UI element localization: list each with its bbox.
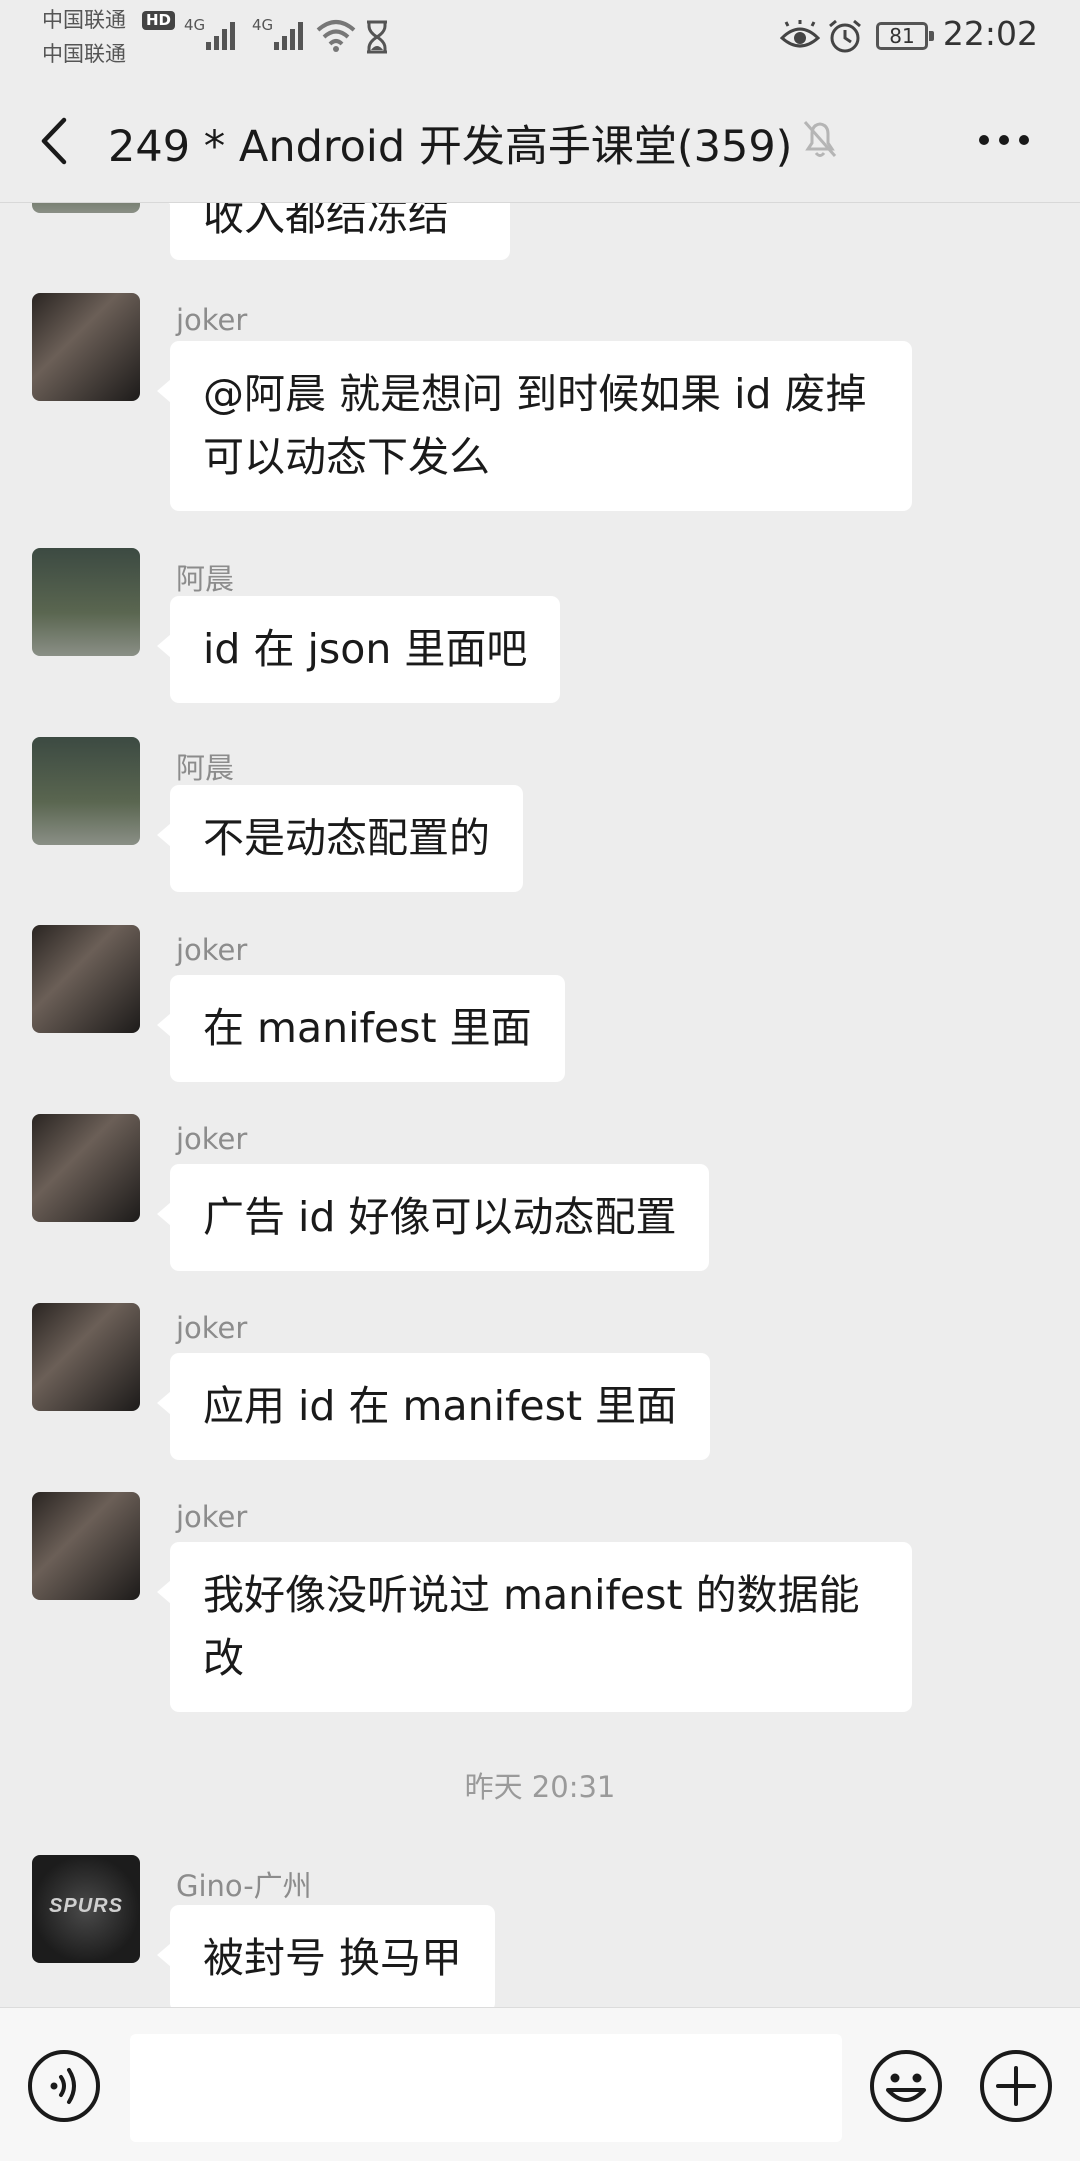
sender-name: 阿晨 <box>176 562 235 596</box>
more-horizontal-icon[interactable] <box>976 132 1032 148</box>
chat-header: 249 * Android 开发高手课堂(359) <box>0 80 1080 203</box>
avatar[interactable] <box>32 737 140 845</box>
message-bubble[interactable]: 在 manifest 里面 <box>157 975 565 1082</box>
voice-icon[interactable] <box>26 2048 102 2124</box>
svg-text:4G: 4G <box>252 16 273 34</box>
avatar[interactable] <box>32 1114 140 1222</box>
svg-text:4G: 4G <box>184 16 205 34</box>
avatar[interactable]: SPURS <box>32 1855 140 1963</box>
wifi-icon <box>316 20 356 52</box>
bell-off-icon <box>803 121 837 157</box>
hd-badge: HD <box>142 11 176 30</box>
message-list[interactable]: 收入都结冻结 joker @阿晨 就是想问 到时候如果 id 废掉可以动态下发么… <box>0 203 1080 2008</box>
message-bubble[interactable]: 应用 id 在 manifest 里面 <box>156 1353 711 1460</box>
sender-name: 阿晨 <box>176 751 235 785</box>
eye-icon <box>780 20 820 48</box>
avatar[interactable] <box>32 293 140 401</box>
alarm-icon <box>829 19 861 53</box>
message-bubble[interactable]: 我好像没听说过 manifest 的数据能改 <box>157 1542 912 1712</box>
avatar[interactable] <box>32 1492 140 1600</box>
message-item: 收入都结冻结 <box>0 203 1080 263</box>
clock: 22:02 <box>942 14 1038 53</box>
message-input[interactable] <box>130 2034 842 2142</box>
sender-name: joker <box>176 1311 248 1345</box>
signal-icon: 4G <box>184 16 235 50</box>
chevron-left-icon[interactable] <box>36 114 76 168</box>
carrier-2: 中国联通 <box>42 42 126 66</box>
message-bubble[interactable]: id 在 json 里面吧 <box>156 596 561 703</box>
sender-name: joker <box>176 1122 248 1156</box>
carrier-1: 中国联通 <box>42 8 126 32</box>
message-bubble[interactable]: 广告 id 好像可以动态配置 <box>156 1164 710 1271</box>
avatar-logo: SPURS <box>49 1895 123 1917</box>
status-bar: 中国联通 HD 中国联通 4G 4G 81 22:02 <box>0 0 1080 80</box>
hourglass-icon <box>367 20 387 54</box>
sender-name: Gino-广州 <box>176 1869 312 1903</box>
battery-indicator: 81 <box>876 22 934 50</box>
avatar[interactable] <box>32 925 140 1033</box>
sender-name: joker <box>176 1500 248 1534</box>
message-bubble[interactable]: 被封号 换马甲 <box>156 1905 496 2008</box>
plus-circle-icon[interactable] <box>978 2048 1054 2124</box>
avatar[interactable] <box>32 1303 140 1411</box>
input-bar <box>0 2007 1080 2161</box>
avatar[interactable] <box>32 203 140 213</box>
message-bubble[interactable]: 收入都结冻结 <box>157 203 510 260</box>
avatar[interactable] <box>32 548 140 656</box>
message-bubble[interactable]: 不是动态配置的 <box>157 785 523 892</box>
message-bubble[interactable]: @阿晨 就是想问 到时候如果 id 废掉可以动态下发么 <box>157 341 912 511</box>
signal-icon-2: 4G <box>252 16 303 50</box>
timestamp-divider: 昨天 20:31 <box>464 1770 616 1804</box>
emoji-icon[interactable] <box>868 2048 944 2124</box>
sender-name: joker <box>176 933 248 967</box>
sender-name: joker <box>176 303 248 337</box>
chat-title: 249 * Android 开发高手课堂(359) <box>108 122 793 172</box>
